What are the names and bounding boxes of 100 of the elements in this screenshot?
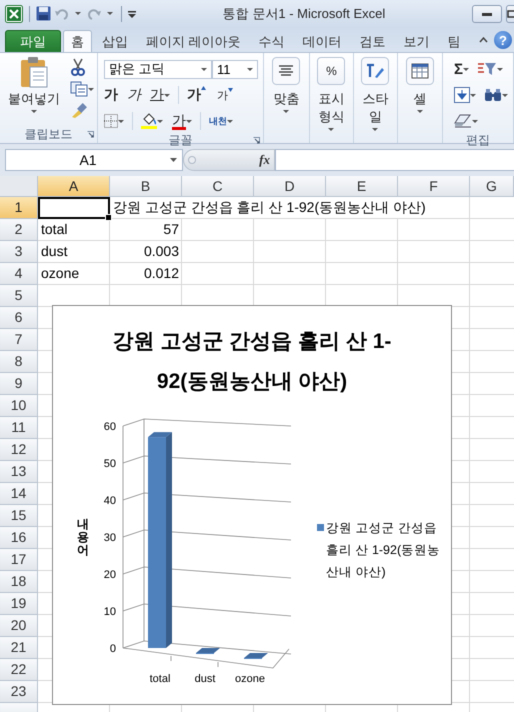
- column-header[interactable]: G: [470, 176, 514, 197]
- row-header[interactable]: 13: [0, 461, 38, 483]
- dialog-launcher-icon[interactable]: [87, 131, 94, 138]
- column-header[interactable]: B: [110, 176, 182, 197]
- row-header[interactable]: 17: [0, 549, 38, 571]
- phonetic-guide-button[interactable]: 내천: [209, 114, 233, 128]
- row-header[interactable]: 4: [0, 263, 38, 285]
- clear-button[interactable]: [454, 114, 478, 128]
- ribbon-tab[interactable]: 보기: [396, 30, 438, 52]
- row-header[interactable]: 11: [0, 417, 38, 439]
- dialog-launcher-icon[interactable]: [253, 137, 260, 144]
- font-name-field[interactable]: 맑은 고딕: [104, 60, 212, 78]
- minimize-button[interactable]: [472, 4, 502, 22]
- row-header[interactable]: 21: [0, 637, 38, 659]
- styles-button[interactable]: 스타일: [360, 57, 390, 131]
- font-color-button[interactable]: 가: [172, 112, 192, 130]
- row-header[interactable]: 7: [0, 329, 38, 351]
- column-header[interactable]: C: [182, 176, 254, 197]
- row-header[interactable]: 12: [0, 439, 38, 461]
- row-header[interactable]: 20: [0, 615, 38, 637]
- row-header[interactable]: 1: [0, 197, 38, 219]
- number-button[interactable]: % 표시 형식: [316, 57, 346, 131]
- row-header[interactable]: 2: [0, 219, 38, 241]
- caret-icon[interactable]: [107, 12, 113, 15]
- column-header[interactable]: E: [326, 176, 398, 197]
- caret-icon: [118, 120, 124, 122]
- find-button[interactable]: [484, 88, 508, 102]
- cells-button[interactable]: 셀: [405, 57, 435, 126]
- row-header[interactable]: 15: [0, 505, 38, 527]
- caret-icon: [470, 94, 476, 96]
- row-header[interactable]: 10: [0, 395, 38, 417]
- eraser-icon: [454, 114, 472, 128]
- caret-icon: [170, 158, 177, 162]
- ribbon-tab[interactable]: 홈: [63, 30, 92, 52]
- align-button[interactable]: 맞춤: [272, 57, 302, 126]
- row-header[interactable]: 3: [0, 241, 38, 263]
- ribbon-tab[interactable]: 삽입: [94, 30, 136, 52]
- axis-tick-label: 0: [110, 643, 116, 655]
- bold-button[interactable]: 가: [104, 86, 118, 104]
- formula-input[interactable]: [275, 149, 514, 171]
- caret-icon: [164, 94, 170, 96]
- row-header[interactable]: 9: [0, 373, 38, 395]
- caret-icon: [283, 110, 290, 113]
- name-box[interactable]: A1: [5, 149, 183, 171]
- customize-toolbar-icon[interactable]: [128, 10, 136, 18]
- shrink-font-button[interactable]: 가: [217, 88, 233, 102]
- paste-button[interactable]: 붙여넣기: [8, 56, 60, 126]
- scissors-icon: [70, 58, 86, 76]
- caret-icon: [247, 68, 253, 70]
- ribbon-tab[interactable]: 페이지 레이아웃: [138, 30, 249, 52]
- save-icon[interactable]: [36, 6, 51, 21]
- row-header[interactable]: 5: [0, 285, 38, 307]
- caret-icon: [88, 88, 94, 90]
- chart-area[interactable]: 강원 고성군 간성읍 흘리 산 1-92(동원농산내 야산) 내용어 강원 고성군 간성읍 흘리 산 1-92(동원농산내 야산) 0 10 20 30 40 50 60 total dust ozone: [52, 305, 452, 705]
- category-label: total: [150, 673, 170, 685]
- excel-logo-icon[interactable]: [5, 4, 23, 22]
- ribbon-tab[interactable]: 검토: [352, 30, 394, 52]
- autosum-button[interactable]: Σ: [454, 60, 470, 78]
- row-header[interactable]: 16: [0, 527, 38, 549]
- fill-down-icon: [454, 87, 470, 103]
- ribbon-tab[interactable]: 수식: [250, 30, 293, 52]
- caret-icon: [416, 110, 423, 113]
- italic-button[interactable]: 가: [127, 86, 141, 104]
- group-label: 글꼴: [168, 132, 192, 149]
- caret-icon: [372, 128, 378, 131]
- caret-icon: [497, 68, 504, 70]
- row-header[interactable]: 23: [0, 681, 38, 703]
- binoculars-icon: [484, 88, 502, 102]
- sort-filter-button[interactable]: [477, 61, 504, 77]
- column-header[interactable]: D: [254, 176, 326, 197]
- row-header[interactable]: 18: [0, 571, 38, 593]
- borders-button[interactable]: [104, 114, 124, 128]
- font-size-field[interactable]: 11: [212, 60, 258, 78]
- collapse-ribbon-icon[interactable]: [479, 37, 488, 43]
- row-header[interactable]: 19: [0, 593, 38, 615]
- grow-font-button[interactable]: 가: [187, 86, 206, 104]
- copy-button[interactable]: [70, 81, 94, 97]
- resize-handle-icon[interactable]: [188, 156, 196, 164]
- row-header[interactable]: 8: [0, 351, 38, 373]
- down-arrow-icon: [228, 88, 233, 92]
- ribbon-tab[interactable]: 팀: [440, 30, 469, 52]
- caret-icon: [463, 68, 470, 70]
- chart-title: 강원 고성군 간성읍 흘리 산 1-92(동원농산내 야산): [112, 329, 392, 395]
- insert-function-button[interactable]: fx: [259, 152, 270, 168]
- caret-icon: [31, 110, 37, 113]
- active-cell[interactable]: [38, 197, 110, 219]
- caret-icon[interactable]: [75, 12, 81, 15]
- column-header[interactable]: A: [38, 176, 110, 197]
- table-cell-text: 0.012: [142, 264, 180, 283]
- row-header[interactable]: 22: [0, 659, 38, 681]
- ribbon-tab[interactable]: 데이터: [294, 30, 350, 52]
- column-header[interactable]: F: [398, 176, 470, 197]
- underline-button[interactable]: 가: [150, 86, 170, 104]
- row-header[interactable]: 6: [0, 307, 38, 329]
- cells-grid-icon: [406, 57, 434, 85]
- fill-button[interactable]: [454, 87, 476, 103]
- fill-color-button[interactable]: [141, 113, 163, 129]
- file-tab[interactable]: 파일: [5, 30, 61, 52]
- maximize-icon: [507, 10, 514, 18]
- row-header[interactable]: 14: [0, 483, 38, 505]
